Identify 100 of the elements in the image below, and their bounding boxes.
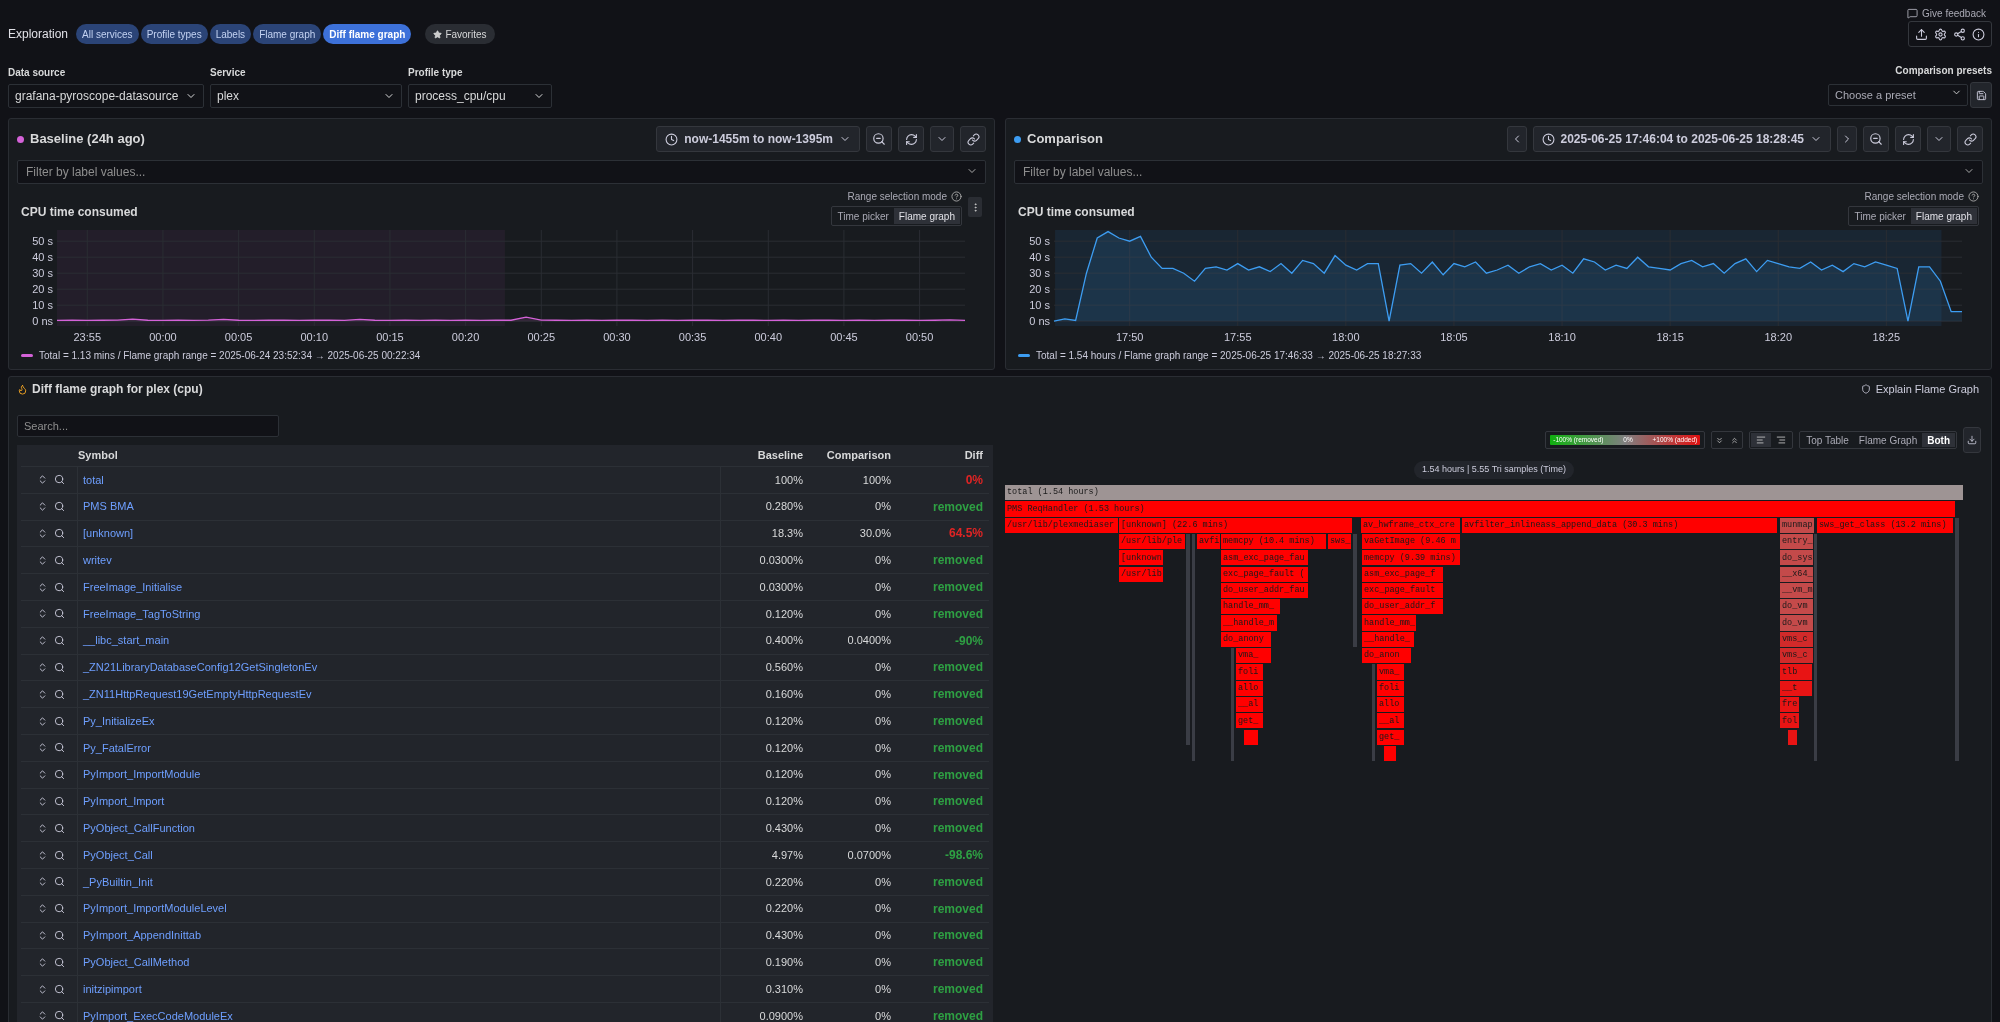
breadcrumb-pill[interactable]: All services: [76, 24, 139, 44]
flame-frame[interactable]: /usr/lib/plexmediaser: [1005, 517, 1118, 533]
symbol-link[interactable]: PyObject_CallFunction: [83, 820, 195, 837]
search-icon[interactable]: [54, 903, 65, 915]
column-header[interactable]: Baseline: [721, 447, 809, 464]
search-icon[interactable]: [54, 822, 65, 834]
flame-frame[interactable]: sws_: [1328, 533, 1351, 550]
expand-icon[interactable]: [37, 876, 48, 888]
flame-frame[interactable]: entry_: [1780, 533, 1813, 550]
search-icon[interactable]: [54, 554, 65, 566]
search-icon[interactable]: [54, 688, 65, 700]
flame-frame[interactable]: __al: [1236, 696, 1263, 713]
flame-frame[interactable]: avfilter_inlineass_append_data (30.3 mins): [1462, 517, 1777, 533]
range-mode-tab[interactable]: Time picker: [832, 208, 894, 224]
link-button[interactable]: [1957, 126, 1983, 152]
flame-frame[interactable]: vaGetImage (9.46 m: [1362, 533, 1460, 550]
flame-frame[interactable]: do_user_addr_f: [1362, 599, 1443, 615]
flame-frame[interactable]: memcpy (9.39 mins): [1362, 550, 1460, 566]
column-header[interactable]: Diff: [897, 447, 989, 464]
flame-frame[interactable]: fol: [1780, 713, 1799, 729]
flame-frame[interactable]: __x64_: [1780, 566, 1813, 582]
menu-button[interactable]: [968, 197, 982, 217]
flame-frame[interactable]: handle_mm_: [1362, 615, 1416, 631]
flame-frame[interactable]: __handle_: [1362, 631, 1414, 647]
expand-icon[interactable]: [37, 661, 48, 673]
flame-frame[interactable]: [1384, 745, 1396, 762]
previous-button[interactable]: [1506, 126, 1527, 152]
flame-frame[interactable]: exc_page_fault: [1362, 582, 1443, 599]
expand-icon[interactable]: [37, 742, 48, 754]
symbol-link[interactable]: PyObject_CallMethod: [83, 954, 190, 971]
time-range-picker[interactable]: 2025-06-25 17:46:04 to 2025-06-25 18:28:45: [1532, 126, 1831, 152]
breadcrumb-pill[interactable]: Labels: [209, 24, 252, 44]
flame-frame[interactable]: vma_: [1236, 648, 1271, 664]
range-mode-tab[interactable]: Flame graph: [1910, 208, 1977, 224]
search-icon[interactable]: [54, 661, 65, 673]
flame-frame[interactable]: __t: [1780, 680, 1812, 696]
flame-frame[interactable]: vma_: [1377, 664, 1404, 680]
preset-field[interactable]: Choose a preset: [1828, 84, 1968, 106]
search-icon[interactable]: [54, 715, 65, 727]
expand-icon[interactable]: [37, 715, 48, 727]
view-tab[interactable]: Top Table: [1801, 433, 1854, 447]
flame-frame[interactable]: do_sys: [1780, 550, 1813, 566]
download-button[interactable]: [1963, 427, 1981, 453]
flame-frame[interactable]: do_anon: [1362, 648, 1411, 664]
expand-icon[interactable]: [37, 1010, 48, 1022]
symbol-link[interactable]: _PyBuiltin_Init: [83, 873, 153, 891]
flame-frame[interactable]: /usr/lib/ple: [1119, 533, 1185, 550]
align-left-button[interactable]: [1751, 433, 1772, 447]
flame-frame[interactable]: get_: [1236, 713, 1263, 729]
flame-frame[interactable]: total (1.54 hours): [1005, 485, 1963, 501]
flame-frame[interactable]: [1244, 729, 1258, 745]
search-icon[interactable]: [54, 474, 65, 486]
feedback-link[interactable]: Give feedback: [1907, 6, 1986, 21]
filter-field[interactable]: Filter by label values...: [1014, 160, 1983, 184]
search-icon[interactable]: [54, 929, 65, 941]
symbol-link[interactable]: [unknown]: [83, 525, 134, 542]
breadcrumb-pill[interactable]: Diff flame graph: [323, 24, 412, 44]
flame-frame[interactable]: munmap: [1780, 517, 1814, 533]
flame-frame[interactable]: foli: [1377, 680, 1404, 696]
expand-icon[interactable]: [37, 983, 48, 995]
export-icon[interactable]: [1915, 27, 1928, 41]
symbol-link[interactable]: initzipimport: [83, 980, 142, 998]
flame-frame[interactable]: handle_mm_: [1221, 599, 1280, 615]
favorites-button[interactable]: Favorites: [425, 24, 495, 44]
flame-frame[interactable]: allo: [1236, 680, 1263, 696]
column-header[interactable]: Comparison: [809, 447, 897, 464]
symbol-link[interactable]: PyImport_ImportModuleLevel: [83, 900, 227, 917]
view-tab[interactable]: Both: [1922, 433, 1955, 447]
expand-icon[interactable]: [37, 956, 48, 968]
share-icon[interactable]: [1953, 27, 1966, 41]
flame-frame[interactable]: sws_get_class (13.2 mins): [1817, 517, 1953, 533]
range-mode-tab[interactable]: Time picker: [1849, 208, 1911, 224]
search-icon[interactable]: [54, 501, 65, 513]
symbol-link[interactable]: PyImport_Import: [83, 793, 165, 810]
breadcrumb-pill[interactable]: Flame graph: [253, 24, 322, 44]
search-icon[interactable]: [54, 876, 65, 888]
expand-icon[interactable]: [37, 581, 48, 593]
select-field[interactable]: process_cpu/cpu: [408, 84, 552, 108]
expand-icon[interactable]: [37, 474, 48, 486]
search-icon[interactable]: [54, 795, 65, 807]
symbol-link[interactable]: PMS BMA: [83, 498, 134, 515]
expand-icon[interactable]: [37, 635, 48, 647]
refresh-button[interactable]: [898, 126, 924, 152]
expand-icon[interactable]: [37, 822, 48, 834]
symbol-link[interactable]: _ZN11HttpRequest19GetEmptyHttpRequestEv: [83, 686, 312, 703]
refresh-button[interactable]: [1895, 126, 1921, 152]
expand-icon[interactable]: [37, 554, 48, 566]
flame-frame[interactable]: foli: [1236, 664, 1263, 680]
search-icon[interactable]: [54, 608, 65, 620]
flame-frame[interactable]: do_vm: [1780, 615, 1813, 631]
link-button[interactable]: [960, 126, 986, 152]
flame-frame[interactable]: fre: [1780, 696, 1799, 713]
flame-frame[interactable]: get_: [1377, 729, 1404, 745]
breadcrumb-pill[interactable]: Profile types: [140, 24, 208, 44]
flame-frame[interactable]: exc_page_fault (: [1221, 566, 1308, 582]
select-field[interactable]: grafana-pyroscope-datasource: [8, 84, 204, 108]
settings-icon[interactable]: [1934, 27, 1947, 41]
flame-frame[interactable]: asm_exc_page_f: [1362, 566, 1443, 582]
flame-frame[interactable]: /usr/lib: [1119, 566, 1163, 582]
search-icon[interactable]: [54, 528, 65, 539]
